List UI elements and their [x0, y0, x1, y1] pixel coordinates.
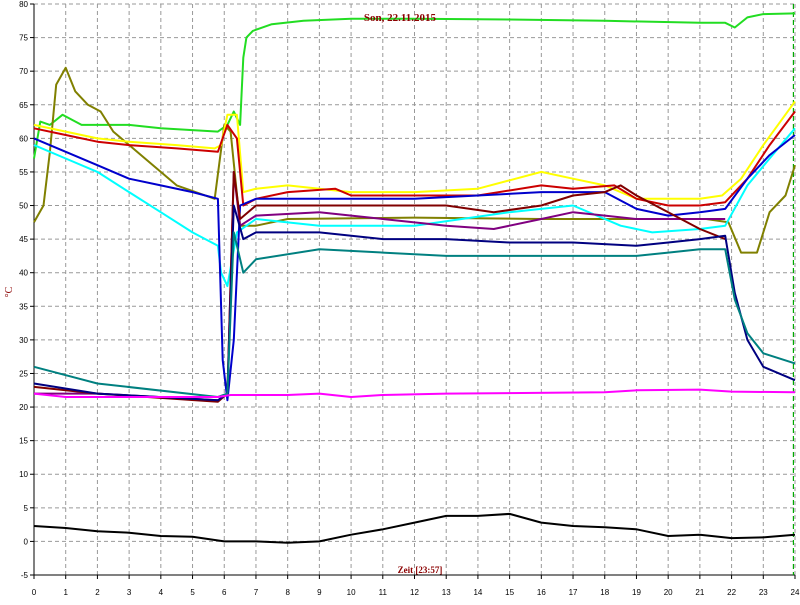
x-tick-label: 11 [379, 588, 388, 597]
y-tick-label: -5 [21, 571, 29, 580]
y-tick-label: 25 [19, 369, 28, 378]
y-tick-label: 75 [19, 34, 28, 43]
y-tick-label: 55 [19, 168, 28, 177]
x-tick-label: 14 [473, 588, 482, 597]
chart-svg: 0 1 2 3 4 5 6 7 8 9 10 11 12 13 14 15 16 17 18 19 20 21 22 23 24… [0, 0, 800, 600]
chart-background [0, 0, 800, 600]
x-tick-label: 4 [159, 588, 164, 597]
y-tick-label: 40 [19, 269, 28, 278]
x-tick-label: 16 [537, 588, 546, 597]
y-tick-label: 50 [19, 202, 28, 211]
y-tick-label: 5 [24, 504, 29, 513]
x-tick-label: 9 [317, 588, 322, 597]
x-tick-label: 6 [222, 588, 227, 597]
y-tick-label: 15 [19, 437, 28, 446]
x-axis-label: Zeit [23:57] [398, 565, 443, 575]
chart-title: Son, 22.11.2015 [364, 12, 437, 24]
x-tick-label: 10 [347, 588, 356, 597]
y-tick-label: 45 [19, 235, 28, 244]
y-tick-label: 70 [19, 67, 28, 76]
x-tick-label: 20 [664, 588, 673, 597]
y-axis-label: °C [4, 286, 15, 297]
x-tick-label: 12 [410, 588, 419, 597]
x-tick-label: 18 [600, 588, 609, 597]
x-tick-label: 8 [285, 588, 290, 597]
y-tick-label: 65 [19, 101, 28, 110]
x-tick-label: 17 [569, 588, 578, 597]
y-tick-label: 30 [19, 336, 28, 345]
y-tick-label: 80 [19, 0, 28, 9]
x-tick-label: 19 [632, 588, 641, 597]
x-tick-label: 15 [505, 588, 514, 597]
y-tick-label: 0 [24, 537, 29, 546]
y-tick-label: 35 [19, 302, 28, 311]
x-tick-label: 3 [127, 588, 132, 597]
x-tick-label: 23 [759, 588, 768, 597]
x-tick-label: 5 [190, 588, 195, 597]
x-tick-label: 24 [791, 588, 800, 597]
y-tick-label: 10 [19, 470, 28, 479]
x-tick-label: 13 [442, 588, 451, 597]
x-tick-label: 2 [95, 588, 100, 597]
y-tick-label: 20 [19, 403, 28, 412]
x-tick-label: 7 [254, 588, 259, 597]
x-tick-label: 0 [32, 588, 37, 597]
y-tick-label: 60 [19, 134, 28, 143]
x-tick-label: 22 [727, 588, 736, 597]
temperature-chart: 0 1 2 3 4 5 6 7 8 9 10 11 12 13 14 15 16 17 18 19 20 21 22 23 24… [0, 0, 800, 600]
x-tick-label: 1 [63, 588, 68, 597]
x-tick-label: 21 [695, 588, 704, 597]
